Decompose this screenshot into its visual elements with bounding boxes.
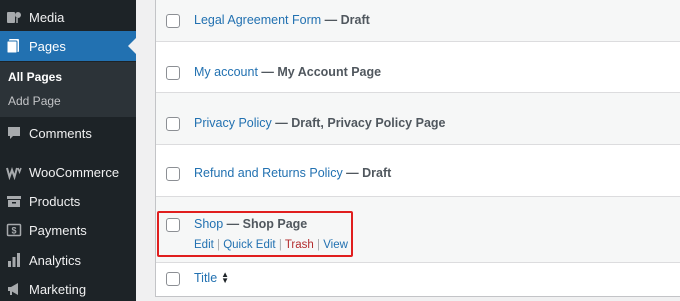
sort-icon: ▲ ▼: [221, 270, 230, 285]
pages-submenu: All Pages Add Page: [0, 62, 136, 117]
sidebar-item-label: Media: [29, 9, 65, 25]
highlight-box: [157, 211, 353, 257]
page-state: — Draft, Privacy Policy Page: [271, 116, 446, 130]
svg-text:$: $: [11, 226, 16, 236]
table-row[interactable]: Refund and Returns Policy — Draft: [156, 145, 680, 197]
page-title-link[interactable]: My account: [194, 65, 258, 79]
sidebar-item-label: Pages: [29, 38, 66, 54]
sidebar-item-label: Analytics: [29, 252, 82, 268]
select-all-checkbox[interactable]: [166, 272, 180, 286]
table-row[interactable]: Legal Agreement Form — Draft: [156, 0, 680, 42]
row-checkbox[interactable]: [166, 117, 180, 131]
sidebar-item-marketing[interactable]: Marketing: [0, 274, 136, 301]
row-title-line: Privacy Policy — Draft, Privacy Policy P…: [194, 116, 446, 130]
sidebar-item-pages[interactable]: Pages: [0, 31, 136, 61]
row-checkbox[interactable]: [166, 66, 180, 80]
table-row[interactable]: My account — My Account Page: [156, 42, 680, 93]
row-checkbox[interactable]: [166, 167, 180, 181]
row-checkbox[interactable]: [166, 14, 180, 28]
products-icon: [6, 193, 22, 209]
payments-icon: $: [6, 222, 22, 238]
row-title-line: Legal Agreement Form — Draft: [194, 13, 370, 27]
sidebar-item-label: Payments: [29, 222, 87, 238]
page-title-link[interactable]: Privacy Policy: [194, 116, 272, 130]
row-title-line: My account — My Account Page: [194, 65, 381, 79]
page-title-link[interactable]: Refund and Returns Policy: [194, 166, 343, 180]
comments-icon: [6, 125, 22, 141]
sidebar-item-comments[interactable]: Comments: [0, 118, 136, 148]
sidebar-item-label: Products: [29, 193, 81, 209]
sidebar-item-media[interactable]: Media: [0, 2, 136, 32]
page-state: — Draft: [342, 166, 392, 180]
row-title-line: Refund and Returns Policy — Draft: [194, 166, 391, 180]
sidebar-item-woocommerce[interactable]: WooCommerce: [0, 157, 136, 187]
sidebar-item-label: Marketing: [29, 281, 87, 297]
submenu-all-pages[interactable]: All Pages: [8, 70, 62, 84]
table-footer: Title ▲ ▼: [156, 263, 680, 297]
pages-icon: [6, 38, 22, 54]
media-icon: [6, 9, 22, 25]
admin-sidebar: Media Pages All Pages Add Page Comments …: [0, 0, 136, 301]
sidebar-item-products[interactable]: Products: [0, 186, 136, 216]
title-column-label: Title: [194, 271, 218, 285]
page-state: — My Account Page: [257, 65, 382, 79]
sidebar-item-analytics[interactable]: Analytics: [0, 245, 136, 275]
megaphone-icon: [6, 281, 22, 297]
page-title-link[interactable]: Legal Agreement Form: [194, 13, 321, 27]
sidebar-item-label: WooCommerce: [29, 164, 120, 180]
page-state: — Draft: [321, 13, 370, 27]
analytics-icon: [6, 252, 22, 268]
table-row[interactable]: Privacy Policy — Draft, Privacy Policy P…: [156, 93, 680, 145]
title-column-header[interactable]: Title ▲ ▼: [194, 270, 230, 286]
sidebar-item-label: Comments: [29, 125, 92, 141]
woocommerce-icon: [6, 164, 22, 180]
sidebar-item-payments[interactable]: $ Payments: [0, 215, 136, 245]
submenu-add-page[interactable]: Add Page: [8, 94, 61, 108]
